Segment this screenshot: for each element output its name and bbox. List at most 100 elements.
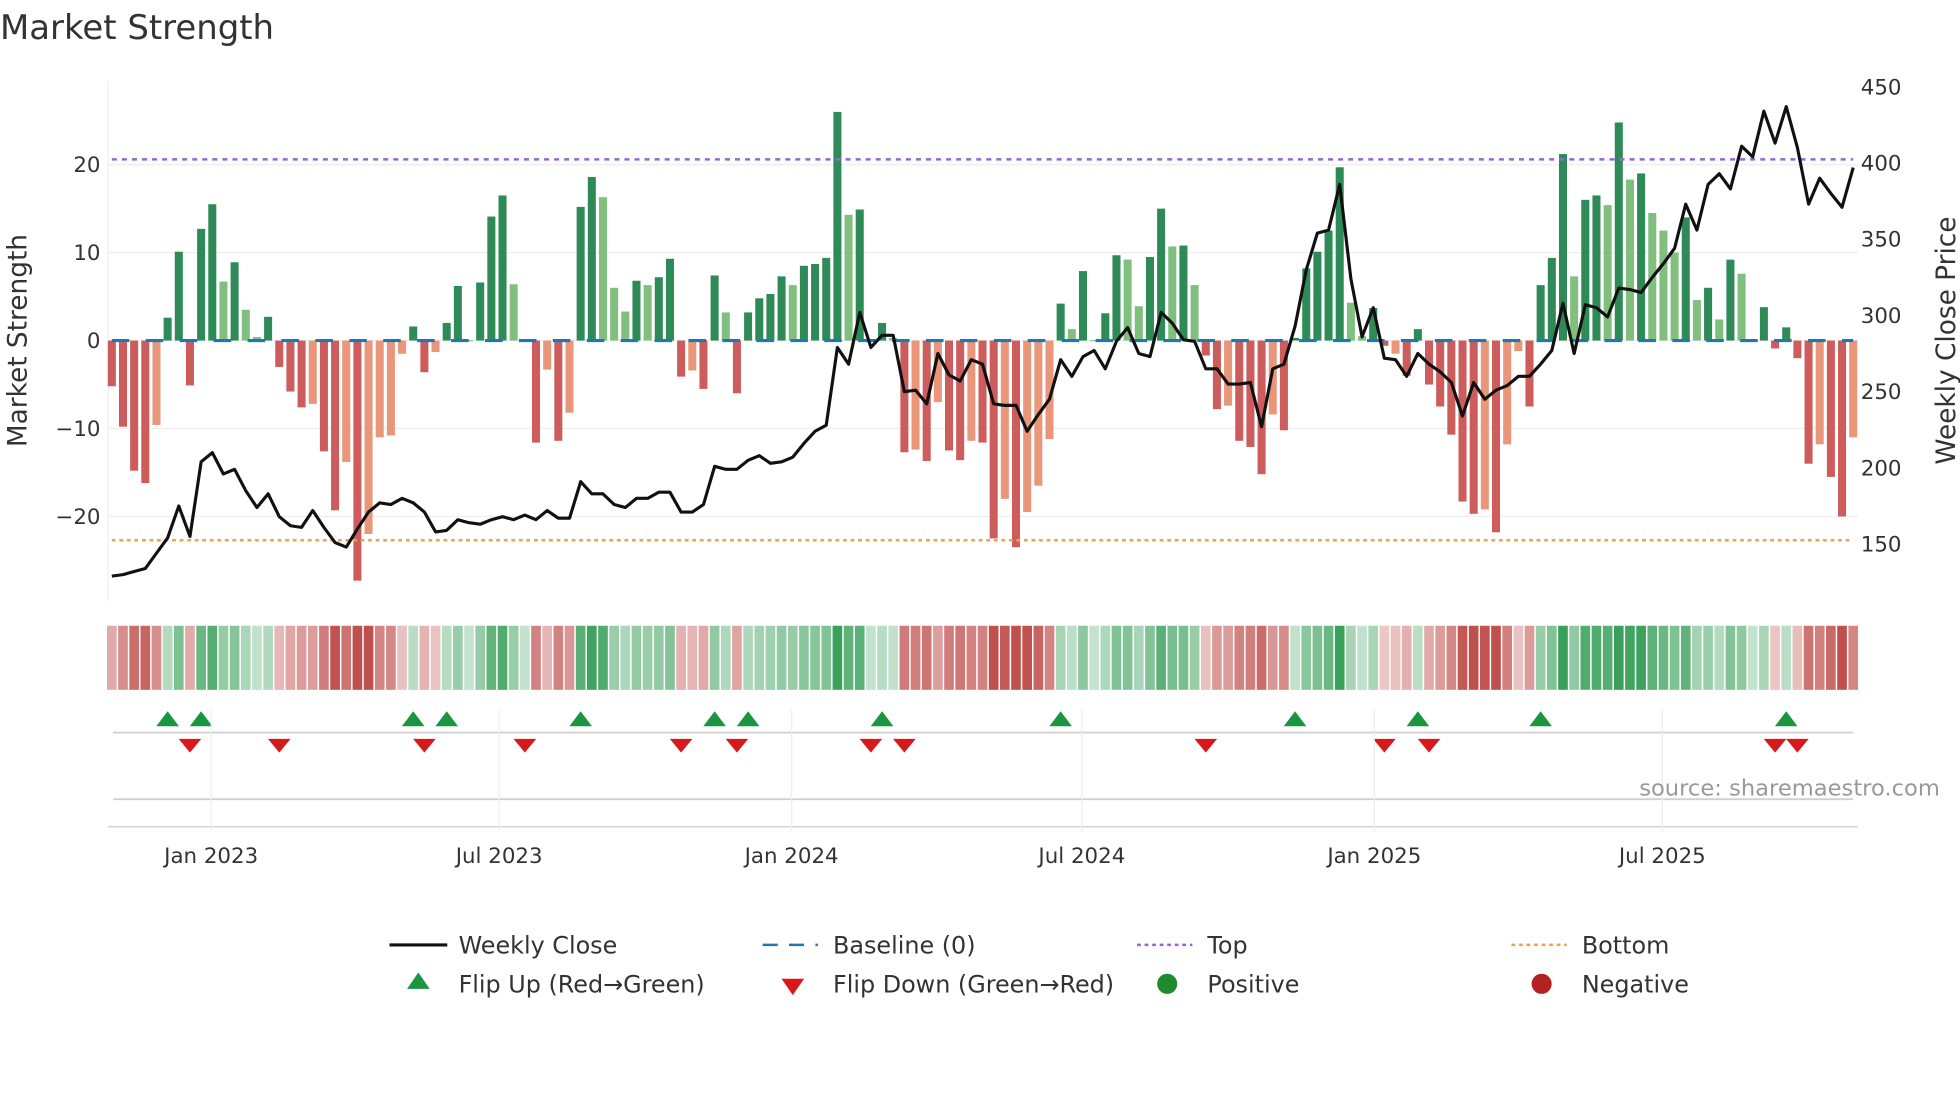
heatmap-cell bbox=[966, 625, 977, 690]
strength-bar bbox=[1826, 340, 1835, 477]
y2-tick-label: 350 bbox=[1861, 228, 1902, 253]
flip-up-marker bbox=[1406, 711, 1430, 727]
strength-bar bbox=[1838, 340, 1847, 517]
legend-positive: Positive bbox=[1207, 971, 1299, 999]
heatmap-cell bbox=[1323, 625, 1334, 690]
strength-bar bbox=[353, 340, 362, 581]
flip-up-marker bbox=[1283, 711, 1307, 727]
heatmap-cell bbox=[743, 625, 753, 690]
strength-bar bbox=[1413, 329, 1422, 341]
y2-tick-label: 450 bbox=[1861, 75, 1902, 100]
heatmap-cell bbox=[162, 625, 173, 690]
heatmap-cell bbox=[1580, 625, 1591, 690]
heatmap-cell bbox=[1379, 625, 1390, 690]
strength-bar bbox=[1391, 340, 1400, 354]
strength-bar bbox=[956, 340, 965, 461]
strength-bar bbox=[1737, 273, 1746, 341]
strength-bar bbox=[699, 340, 708, 389]
heatmap-cell bbox=[1055, 625, 1066, 690]
heatmap-cell bbox=[1066, 625, 1077, 690]
heatmap-cell bbox=[1245, 625, 1256, 690]
heatmap-cell bbox=[129, 625, 139, 690]
positive-dot-icon bbox=[1157, 973, 1178, 994]
heatmap-cell bbox=[386, 625, 396, 690]
strength-bar bbox=[1101, 313, 1110, 341]
strength-bar bbox=[1793, 340, 1802, 359]
strength-bar bbox=[543, 340, 552, 370]
x-axis-ticks: Jan 2023 Jul 2023 Jan 2024 Jul 2024 Jan 2025… bbox=[162, 709, 1706, 869]
heatmap-cell bbox=[888, 625, 899, 690]
heatmap-cell bbox=[1167, 625, 1178, 690]
source-label: source: sharemaestro.com bbox=[1639, 775, 1940, 801]
heatmap-cell bbox=[430, 625, 441, 690]
heatmap-cell bbox=[475, 625, 486, 690]
heatmap-cell bbox=[1535, 625, 1546, 690]
flip-up-marker bbox=[189, 711, 213, 727]
heatmap-cell bbox=[821, 625, 832, 690]
heatmap-cell bbox=[285, 625, 296, 690]
strength-heatmap-strip bbox=[106, 625, 1859, 690]
flip-down-marker bbox=[1417, 738, 1441, 753]
strength-bar bbox=[219, 281, 228, 341]
heatmap-cell bbox=[397, 625, 407, 690]
heatmap-cell bbox=[1156, 625, 1166, 690]
flip-up-marker bbox=[736, 711, 760, 727]
strength-bar bbox=[688, 340, 697, 371]
strength-bar bbox=[342, 340, 351, 462]
heatmap-cell bbox=[1502, 625, 1512, 690]
heatmap-cell bbox=[1290, 625, 1300, 690]
strength-bar bbox=[174, 251, 183, 341]
strength-bar bbox=[1503, 340, 1512, 445]
strength-bar bbox=[1324, 230, 1333, 341]
heatmap-cell bbox=[843, 625, 854, 690]
strength-bar bbox=[632, 280, 641, 341]
heatmap-cell bbox=[1613, 625, 1624, 690]
strength-bar bbox=[554, 340, 563, 441]
heatmap-cell bbox=[1491, 625, 1501, 690]
heatmap-cell bbox=[274, 625, 285, 690]
heatmap-cell bbox=[1145, 625, 1155, 690]
strength-bar bbox=[1681, 217, 1690, 341]
left-axis-ticks: 20 10 0 −10 −20 bbox=[55, 153, 100, 530]
heatmap-cell bbox=[1625, 625, 1635, 690]
heatmap-cell bbox=[1714, 625, 1725, 690]
strength-bar bbox=[208, 204, 217, 341]
heatmap-cell bbox=[586, 625, 597, 690]
heatmap-cell bbox=[341, 625, 352, 690]
strength-bar bbox=[1726, 259, 1735, 341]
heatmap-cell bbox=[240, 625, 251, 690]
flip-down-marker bbox=[1786, 738, 1809, 753]
strength-bar bbox=[1000, 340, 1009, 499]
heatmap-cell bbox=[877, 625, 887, 690]
heatmap-cell bbox=[1312, 625, 1323, 690]
strength-bar bbox=[643, 285, 652, 341]
legend-bottom: Bottom bbox=[1582, 932, 1670, 960]
heatmap-cell bbox=[1078, 625, 1088, 690]
heatmap-cell bbox=[810, 625, 820, 690]
heatmap-cell bbox=[352, 625, 363, 690]
heatmap-cell bbox=[676, 625, 686, 690]
flip-down-marker bbox=[1373, 738, 1396, 753]
heatmap-cell bbox=[787, 625, 798, 690]
heatmap-cell bbox=[1435, 625, 1446, 690]
strength-bar bbox=[1112, 255, 1121, 341]
heatmap-cell bbox=[1267, 625, 1278, 690]
heatmap-cell bbox=[441, 625, 452, 690]
strength-bar bbox=[1547, 257, 1556, 341]
legend-baseline: Baseline (0) bbox=[833, 932, 976, 960]
heatmap-cell bbox=[832, 625, 843, 690]
heatmap-cell bbox=[520, 625, 530, 690]
strength-bar bbox=[1782, 327, 1791, 341]
flip-up-triangle-icon bbox=[407, 972, 430, 989]
heatmap-cell bbox=[1089, 625, 1099, 690]
heatmap-cell bbox=[1546, 625, 1557, 690]
strength-bar bbox=[453, 286, 462, 341]
flip-down-marker bbox=[267, 738, 291, 753]
strength-bar bbox=[1458, 340, 1467, 502]
heatmap-cell bbox=[453, 625, 463, 690]
strength-bar bbox=[587, 176, 596, 341]
strength-bar bbox=[755, 298, 764, 341]
heatmap-cell bbox=[698, 625, 709, 690]
heatmap-cell bbox=[1848, 625, 1859, 690]
x-tick-label: Jan 2024 bbox=[743, 844, 839, 869]
